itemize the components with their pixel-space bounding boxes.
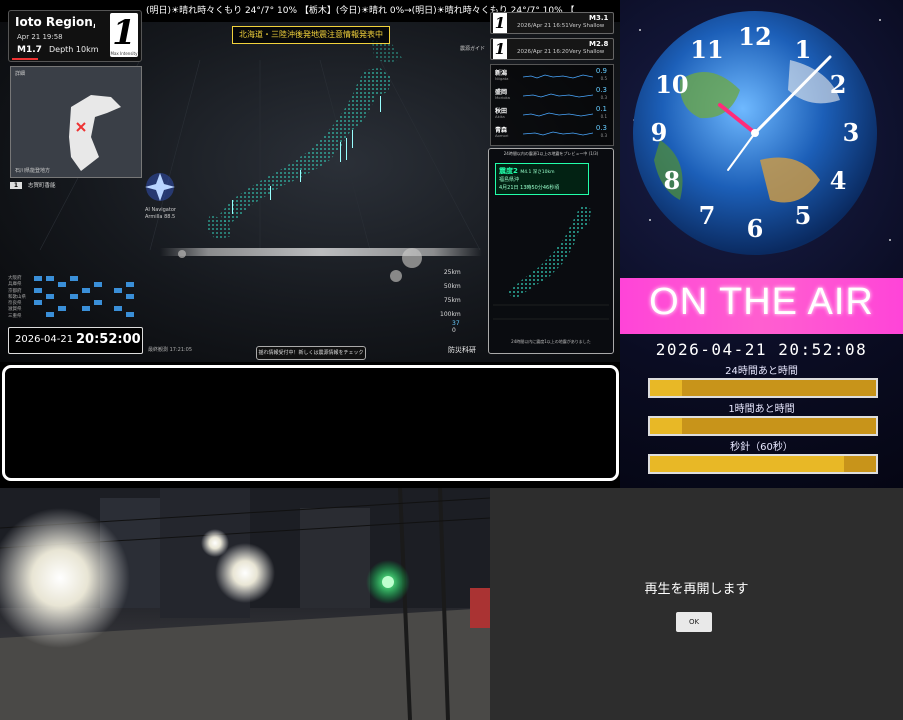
preview-header: 24時間以内の震源1以上の地震をプレビュー中 (1/3) [503,151,599,156]
preview-footer: 24時間以内に震度1以上の地震がありました [511,339,591,344]
station-tag: 1 志賀町香能 [10,181,56,189]
resume-message: 再生を再開します [644,582,749,597]
nied-logo-text: 防災科研 [448,346,476,354]
bar-label: 24時間あと時間 [725,366,798,377]
progress-fill [650,418,682,434]
clock-numeral: 6 [747,214,764,243]
latest-quake-card[interactable]: Ioto Region, Ish Apr 21 19:58 M1.7 Depth… [8,10,142,62]
intensity-history-grid [34,276,134,317]
bar-label: 1時間あと時間 [728,404,795,415]
waveform-lines [523,74,593,136]
earthquake-monitor-panel: (明日)☀晴れ時々くもり 24°/7° 10% 【栃木】(今日)☀晴れ 0%→(… [0,0,620,362]
check-epicenter-button[interactable]: 揺れ情報受付中！新しくは震源情報をチェック [256,346,366,360]
monitor-datetime-box: 2026-04-21 20:52:00 [8,327,143,354]
history-region-labels: 大阪府 兵庫県 京都府 和歌山県 奈良県 滋賀県 三重県 [8,276,26,319]
street-scene [0,488,490,720]
monitor-time: 20:52:00 [76,332,141,347]
minimap-footer: 石川県能登地方 [15,168,51,174]
epicenter-minimap: 詳細 石川県能登地方 [10,66,142,178]
last-observed-time: 最終観測 17:21:05 [148,347,193,353]
quake-place: Ioto Region, Ish [15,15,95,29]
clock-panel: 12 1 2 3 4 5 6 7 8 9 10 11 ON THE AIR 2026-04-21 20… [620,0,903,488]
intensity-value: 1 [112,13,136,53]
on-air-text: ON THE AIR [649,281,874,323]
magnitude-underline [12,58,38,60]
earth-clock: 12 12 3 45 6 78 9 1011 [633,11,891,255]
clock-numeral: 10 [655,70,688,99]
clock-numeral: 7 [699,201,716,230]
quake-preview-card[interactable]: 24時間以内の震源1以上の地震をプレビュー中 (1/3) 震度2 M4.1 深さ… [488,148,614,354]
max-intensity-badge: 1 Max Intensity [110,13,138,57]
feed-intensity: 1 [493,13,507,33]
aftershock-warning-banner: 北海道・三陸沖後発地震注意情報発表中 [232,26,390,44]
bar-label: 秒針（60秒） [730,442,793,453]
feed-depth: Very Shallow [569,49,605,55]
clock-numeral: 11 [690,35,723,64]
clock-numeral: 2 [830,70,847,99]
noto-peninsula-map [69,95,121,171]
ai-navigator-icon [145,173,175,201]
seismic-waveform [160,248,482,256]
feed-intensity: 1 [493,39,507,59]
clock-numeral: 3 [843,118,860,147]
progress-bar-hour [648,416,878,436]
quake-feed-item[interactable]: 1 M3.1 2026/Apr 21 16:51 Very Shallow [490,12,614,34]
caption-box [2,365,619,481]
progress-fill [650,456,845,472]
intensity-caption: Max Intensity [110,51,138,56]
preview-quake-info: 震度2 M4.1 深さ10km 福島県沖 4月21日 13時50分46秒頃 [495,163,589,195]
video-player[interactable]: 再生を再開します OK [490,488,903,720]
monitor-date: 2026-04-21 [15,334,74,345]
clock-numeral: 12 [738,22,771,51]
progress-bar-day [648,378,878,398]
depth-scale: 25km 50km 75km 100km [440,269,461,318]
feed-time: 2026/Apr 21 16:51 [517,23,569,29]
feed-time: 2026/Apr 21 16:20 [517,49,569,55]
preview-map [493,205,609,320]
feed-depth: Very Shallow [569,23,605,29]
clock-numeral: 4 [830,166,847,195]
scale-stats: 37 0 [452,320,460,334]
feed-magnitude: M2.8 [589,40,609,48]
clock-numeral: 1 [795,35,812,64]
quake-feed-item[interactable]: 1 M2.8 2026/Apr 21 16:20 Very Shallow [490,38,614,60]
ai-navigator-label: AI Navigator Armilla 88.5 [145,207,176,220]
epicenter-guide-label: 震源ガイド [460,46,486,52]
station-waveforms: 新潟 Niigata 0.9 0.5 盛岡 Morioka 0.3 0.3 秋田 Akit… [490,64,614,146]
quake-depth: Depth 10km [49,45,99,54]
ok-button[interactable]: OK [676,612,712,632]
quake-magnitude: M1.7 [17,45,42,55]
quake-datetime: Apr 21 19:58 [17,33,63,41]
clock-datetime: 2026-04-21 20:52:08 [655,340,868,359]
progress-fill [650,380,682,396]
live-street-camera [0,488,490,720]
feed-magnitude: M3.1 [589,14,609,22]
clock-numeral: 8 [664,166,681,195]
clock-numeral: 9 [651,118,668,147]
clock-numeral: 5 [795,201,812,230]
progress-bar-second [648,454,878,474]
